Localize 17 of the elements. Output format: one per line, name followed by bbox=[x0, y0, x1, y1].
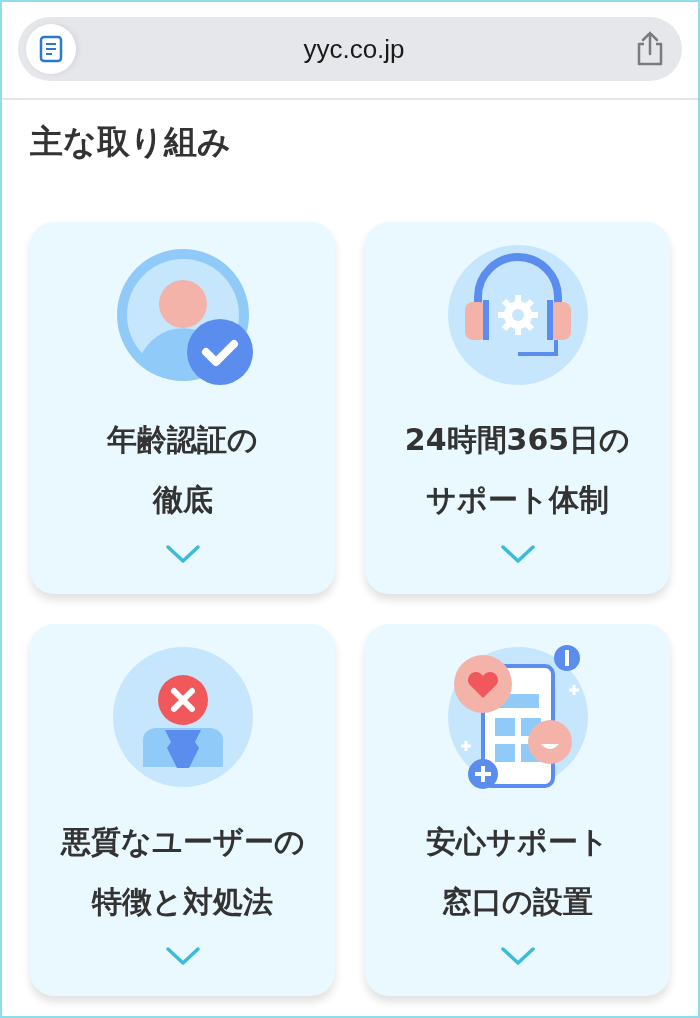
card-title: 24時間365日の サポート体制 bbox=[404, 420, 631, 519]
feature-card[interactable]: 24時間365日の サポート体制 bbox=[365, 221, 670, 594]
url-text[interactable]: yyc.co.jp bbox=[303, 33, 405, 64]
card-title: 安心サポート 窓口の設置 bbox=[426, 822, 609, 921]
chevron-down-icon[interactable] bbox=[164, 543, 201, 564]
address-bar[interactable]: yyc.co.jp bbox=[18, 17, 682, 81]
document-icon bbox=[39, 35, 63, 63]
feature-card[interactable]: 悪質なユーザーの 特徴と対処法 bbox=[30, 623, 335, 996]
feature-card[interactable]: 年齢認証の 徹底 bbox=[30, 221, 335, 594]
chevron-down-icon[interactable] bbox=[164, 945, 201, 966]
reader-button[interactable] bbox=[26, 24, 76, 74]
feature-card[interactable]: 安心サポート 窓口の設置 bbox=[365, 623, 670, 996]
card-title: 悪質なユーザーの 特徴と対処法 bbox=[60, 822, 305, 921]
card-title: 年齢認証の 徹底 bbox=[107, 420, 258, 519]
section-title: 主な取り組み bbox=[30, 122, 232, 162]
chevron-down-icon[interactable] bbox=[499, 945, 536, 966]
chevron-down-icon[interactable] bbox=[499, 543, 536, 564]
